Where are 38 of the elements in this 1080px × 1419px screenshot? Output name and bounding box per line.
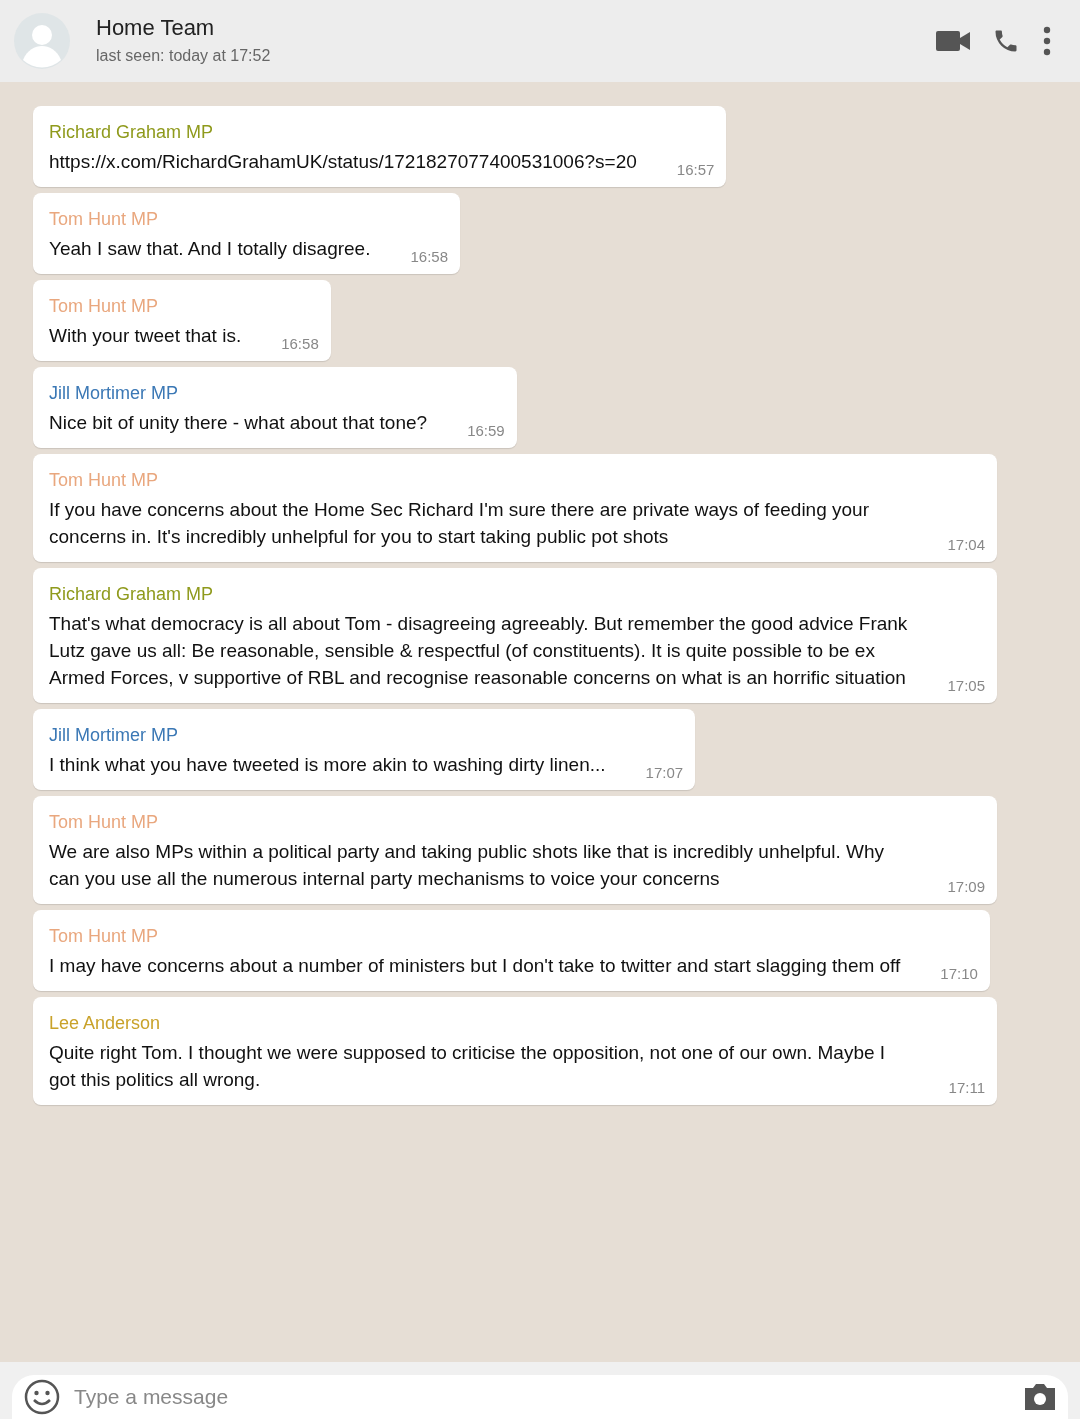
message-time: 17:05 [947, 675, 985, 696]
message-text: https://x.com/RichardGrahamUK/status/1721827077400531006?s=20 [49, 150, 637, 174]
chat-title: Home Team [96, 14, 216, 42]
sender-name: Jill Mortimer MP [49, 724, 178, 747]
emoji-icon[interactable] [24, 1379, 60, 1415]
message-time: 16:58 [410, 246, 448, 267]
message-text: With your tweet that is. [49, 324, 242, 348]
message-text: That's what democracy is all about Tom - disagreeing agreeably. But remember the good advice Frank Lutz gave us all: Be reasonable, sensible & respectful (of constituents). It is quite possible to be ex Armed Forces, v supportive of RBL and recognise reasonable concerns on what is an horrific situation [49, 612, 908, 690]
message-time: 17:10 [940, 963, 978, 984]
sender-name: Jill Mortimer MP [49, 382, 178, 405]
video-camera-icon[interactable] [936, 29, 970, 53]
more-options-icon[interactable] [1042, 26, 1052, 56]
message-time: 16:57 [676, 159, 715, 180]
message-input[interactable]: Type a message [74, 1381, 1022, 1413]
message-time: 17:07 [645, 762, 684, 783]
sender-name: Tom Hunt MP [49, 469, 159, 492]
message-time: 16:58 [281, 333, 319, 354]
message-field[interactable]: Type a message [12, 1375, 1068, 1419]
sender-name: Tom Hunt MP [49, 208, 159, 231]
message-text: I may have concerns about a number of ministers but I don't take to twitter and start slagging them off [49, 954, 901, 978]
sender-name: Tom Hunt MP [49, 811, 159, 834]
message-text: Quite right Tom. I thought we were supposed to criticise the opposition, not one of our own. Maybe I got this politics all wrong. [49, 1041, 887, 1092]
sender-name: Tom Hunt MP [49, 925, 159, 948]
message-time: 16:59 [467, 420, 505, 441]
message-text: Yeah I saw that. And I totally disagree. [49, 237, 371, 261]
message-time: 17:11 [948, 1077, 985, 1098]
message-text: I think what you have tweeted is more akin to washing dirty linen... [49, 753, 606, 777]
last-seen-text: last seen: today at 17:52 [96, 45, 271, 66]
sender-name: Tom Hunt MP [49, 295, 159, 318]
message-text: Nice bit of unity there - what about that tone? [49, 411, 428, 435]
message-time: 17:04 [947, 534, 985, 555]
message-text: If you have concerns about the Home Sec Richard I'm sure there are private ways of feeding your concerns in. It's incredibly unhelpful for you to start taking public pot shots [49, 498, 870, 549]
sender-name: Richard Graham MP [49, 121, 214, 144]
sender-name: Lee Anderson [49, 1012, 161, 1035]
camera-icon[interactable] [1022, 1382, 1058, 1412]
message-text: We are also MPs within a political party and taking public shots like that is incredibly unhelpful. Why can you use all the numerous internal party mechanisms to voice your concerns [49, 840, 885, 891]
message-time: 17:09 [947, 876, 985, 897]
sender-name: Richard Graham MP [49, 583, 214, 606]
